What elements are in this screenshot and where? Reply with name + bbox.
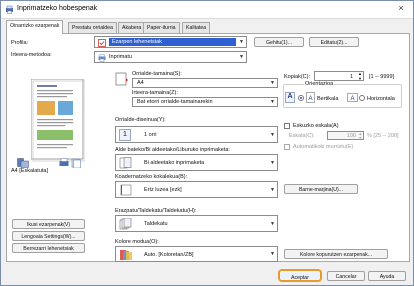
tab-label: Prestatu orrialdea — [72, 25, 113, 31]
output-method-label: Irteera-metodoa: — [11, 52, 52, 58]
view-settings-button[interactable]: Ikusi ezarpenak(V) — [12, 219, 85, 229]
window-title: Inprimatzeko hobespenak — [17, 5, 98, 12]
basic-settings-panel: Profila: Ezarpen lehenetsiak ▼ Gehitu(1)… — [6, 33, 410, 262]
profile-label: Profila: — [11, 40, 29, 46]
svg-text:A: A — [350, 96, 354, 102]
output-size-select[interactable]: Bat etorri orrialde-tamainarekin ▼ — [132, 97, 278, 107]
manual-scaling-label: Eskuzko eskala(A) — [293, 123, 339, 129]
tab-quality[interactable]: Kalitatea — [182, 22, 211, 33]
orientation-label: Orientazioa — [304, 81, 335, 87]
profile-select[interactable]: Ezarpen lehenetsiak ▼ — [94, 36, 247, 48]
title-bar: Inprimatzeko hobespenak × — [1, 1, 413, 19]
tab-label: Kalitatea — [186, 25, 207, 31]
tab-label: Oinarrizko ezarpenak — [10, 23, 60, 29]
auto-reduce-checkbox[interactable] — [284, 144, 290, 150]
finishing-value: Taldekatu — [144, 221, 168, 227]
scale-value: 100 — [346, 133, 356, 139]
tab-finishing[interactable]: Akabera — [118, 22, 146, 33]
profile-icon — [98, 39, 106, 47]
print-sides-label: Alde bateko/Bi aldeetako/Liburuko inprim… — [115, 147, 230, 153]
copies-stepper[interactable]: 1 ▲ ▼ — [314, 71, 364, 81]
color-mode-select[interactable]: Auto. [Koloretan/ZB] ▼ — [115, 246, 278, 262]
printer-settings-icon — [17, 158, 29, 168]
two-sided-icon — [119, 157, 132, 169]
finishing-label: Erazpatu/Taldekatu/Taldekatu(H): — [115, 208, 197, 214]
output-method-select[interactable]: Inprimatu ▼ — [94, 51, 247, 63]
profile-value: Ezarpen lehenetsiak — [109, 38, 236, 46]
print-sides-select[interactable]: Bi aldeetako inprimaketa ▼ — [115, 154, 278, 171]
stepper-arrows-icon[interactable]: ▲ ▼ — [358, 71, 362, 81]
scale-range: % [25 -- 200] — [367, 133, 399, 139]
original-size-value: A4 — [137, 80, 144, 86]
chevron-down-icon: ▼ — [270, 220, 275, 227]
one-page-icon: 1 — [119, 129, 131, 141]
gutter-button[interactable]: Barne-marjina(U)... — [284, 184, 358, 194]
printer-status-icon — [59, 158, 69, 166]
orientation-preview-icon: A — [285, 92, 295, 103]
tab-page-setup[interactable]: Prestatu orrialdea — [68, 22, 117, 33]
copies-label: Kopiak(C): — [284, 74, 310, 80]
original-size-select[interactable]: A4 ▼ — [132, 78, 278, 88]
orientation-vertical-label: Bertikala — [317, 96, 339, 102]
page-size-icon — [115, 72, 128, 86]
paper-stack-icon — [71, 158, 81, 168]
chevron-down-icon: ▼ — [270, 159, 275, 166]
print-preferences-dialog: Inprimatzeko hobespenak × Oinarrizko eza… — [0, 0, 414, 286]
color-settings-button[interactable]: Kolore kopurutzen ezarpenak... — [284, 249, 388, 259]
ok-button[interactable]: Aceptar — [278, 269, 322, 282]
add-profile-button[interactable]: Gehitu(1)... — [254, 37, 304, 47]
binding-value: Ertz luzea [ezk] — [144, 187, 182, 193]
output-size-value: Bat etorri orrialde-tamainarekin — [137, 99, 213, 105]
edit-profile-button[interactable]: Editatu(2)... — [309, 37, 359, 47]
orientation-horizontal-label: Horizontala — [367, 96, 395, 102]
page-preview-image — [31, 79, 85, 162]
preview-paper-label: A4 [Eskalatuta] — [11, 168, 48, 174]
color-mode-label: Kolore modua(O): — [115, 239, 159, 245]
original-size-label: Orrialde-tamaina(S): — [132, 71, 182, 77]
copies-value: 1 — [349, 74, 353, 80]
output-method-value: Inprimatu — [109, 54, 132, 60]
chevron-down-icon: ▼ — [270, 99, 275, 105]
chevron-down-icon: ▼ — [239, 54, 244, 60]
color-mode-icon — [120, 250, 132, 260]
collate-icon — [119, 218, 132, 230]
page-layout-value: 1 orri — [144, 132, 157, 138]
scale-label: Eskala(C): — [289, 133, 315, 139]
manual-scaling-checkbox[interactable] — [284, 123, 290, 129]
page-layout-label: Orrialde-diseinua(Y): — [115, 117, 166, 123]
printer-icon — [98, 54, 106, 62]
chevron-down-icon: ▼ — [270, 80, 275, 86]
tab-label: Paper-iturria — [147, 25, 176, 31]
close-icon[interactable]: × — [395, 3, 407, 13]
tab-label: Akabera — [122, 25, 142, 31]
cancel-button[interactable]: Cancelar — [327, 271, 365, 281]
tab-paper-source[interactable]: Paper-iturria — [143, 22, 180, 33]
svg-text:A: A — [308, 96, 312, 102]
binding-label: Koadernatzeko kokalekua(B): — [115, 174, 188, 180]
chevron-down-icon: ▼ — [270, 131, 275, 138]
finishing-select[interactable]: Taldekatu ▼ — [115, 215, 278, 232]
scale-stepper[interactable]: 100 ▲ ▼ — [327, 131, 364, 140]
orientation-vertical-radio[interactable] — [298, 95, 304, 101]
orientation-horizontal-radio[interactable] — [359, 95, 365, 101]
restore-defaults-button[interactable]: Berrezarri lehenetsiak — [12, 243, 85, 253]
output-size-label: Irteera-tamaina(Z): — [132, 90, 178, 96]
page-layout-select[interactable]: 1 1 orri ▼ — [115, 126, 278, 143]
landscape-icon: A — [347, 93, 358, 102]
help-button[interactable]: Ayuda — [368, 271, 406, 281]
copies-range: [1 -- 9999] — [369, 74, 395, 80]
chevron-down-icon: ▼ — [239, 39, 244, 45]
binding-select[interactable]: Ertz luzea [ezk] ▼ — [115, 181, 278, 198]
print-sides-value: Bi aldeetako inprimaketa — [144, 160, 205, 166]
chevron-down-icon: ▼ — [270, 186, 275, 193]
auto-reduce-label: Automatikoki murriztu(E) — [293, 144, 354, 150]
language-settings-button[interactable]: Lengoaia Settings(W)... — [12, 231, 85, 241]
portrait-icon: A — [306, 92, 315, 103]
tab-basic-settings[interactable]: Oinarrizko ezarpenak — [6, 20, 64, 34]
stepper-arrows-icon[interactable]: ▲ ▼ — [359, 132, 362, 140]
binding-edge-icon — [120, 184, 132, 196]
printer-icon — [6, 5, 13, 14]
chevron-down-icon: ▼ — [270, 251, 275, 257]
color-mode-value: Auto. [Koloretan/ZB] — [144, 252, 194, 258]
